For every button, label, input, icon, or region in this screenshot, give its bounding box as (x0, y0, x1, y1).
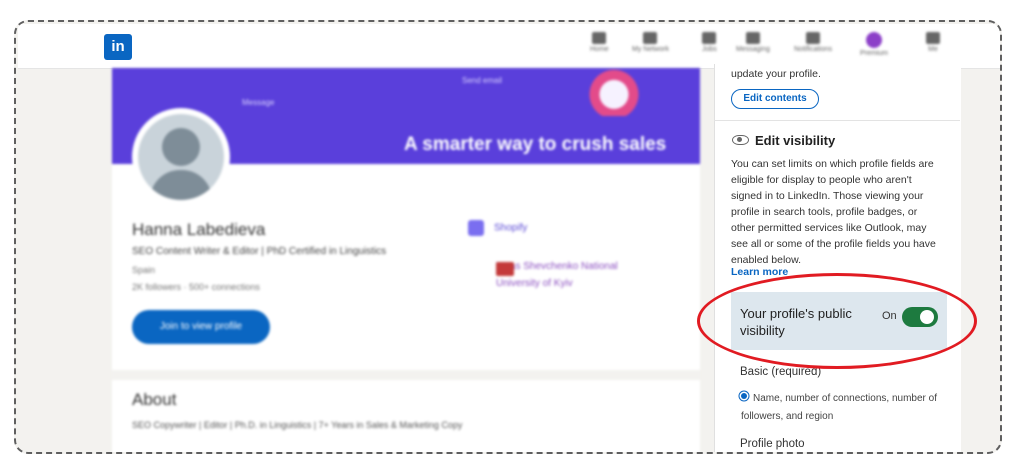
avatar-head (162, 128, 200, 166)
eye-icon (732, 135, 749, 145)
profile-name: Hanna Labedieva (132, 220, 266, 239)
nav-notifications[interactable]: Notifications (794, 32, 832, 53)
banner-message-label: Message (242, 98, 275, 107)
home-icon (592, 32, 607, 44)
shopify-logo-icon (468, 220, 484, 236)
user-icon (926, 32, 940, 44)
join-to-view-profile-button[interactable]: Join to view profile (132, 310, 270, 344)
messaging-icon (745, 32, 760, 44)
annotation-circle (697, 273, 977, 369)
nav-premium[interactable]: Premium (860, 32, 888, 57)
profile-card: Message Send email A smarter way to crus… (112, 68, 700, 452)
company-link[interactable]: Shopify (468, 220, 527, 236)
panel-divider (714, 120, 960, 121)
bell-icon (806, 32, 821, 44)
banner-send-label: Send email (462, 76, 503, 85)
nav-jobs[interactable]: Jobs (702, 32, 717, 53)
jobs-icon (702, 32, 717, 44)
linkedin-logo-icon[interactable]: in (104, 34, 132, 60)
screenshot-frame: in Home My Network Jobs Messaging Notifi… (14, 20, 1002, 454)
profile-stats: 2K followers · 500+ connections (132, 282, 260, 292)
about-text: SEO Copywriter | Editor | Ph.D. in Lingu… (132, 420, 463, 430)
nav-me[interactable]: Me (926, 32, 940, 53)
university-link[interactable]: Taras Shevchenko National University of … (468, 258, 628, 292)
profile-headline: SEO Content Writer & Editor | PhD Certif… (132, 246, 387, 257)
section-divider (112, 370, 700, 380)
nav-messaging[interactable]: Messaging (736, 32, 770, 53)
premium-icon (866, 32, 882, 48)
university-logo-icon (496, 262, 514, 276)
nav-my-network[interactable]: My Network (632, 32, 669, 53)
avatar[interactable] (138, 114, 224, 200)
profile-location: Spain (132, 265, 156, 275)
profile-photo-label: Profile photo (740, 438, 805, 450)
update-profile-text: update your profile. (731, 68, 821, 80)
edit-contents-button[interactable]: Edit contents (731, 89, 819, 109)
edit-visibility-description: You can set limits on which profile fiel… (731, 158, 936, 266)
about-heading: About (132, 390, 177, 409)
basic-description: Name, number of connections, number of f… (741, 393, 937, 422)
network-icon (643, 32, 658, 44)
edit-visibility-title: Edit visibility (755, 133, 836, 148)
avatar-body (150, 170, 212, 200)
top-nav (18, 24, 1000, 69)
banner-slogan: A smarter way to crush sales (404, 134, 667, 155)
nav-home[interactable]: Home (590, 32, 609, 53)
rocket-icon (582, 68, 662, 116)
